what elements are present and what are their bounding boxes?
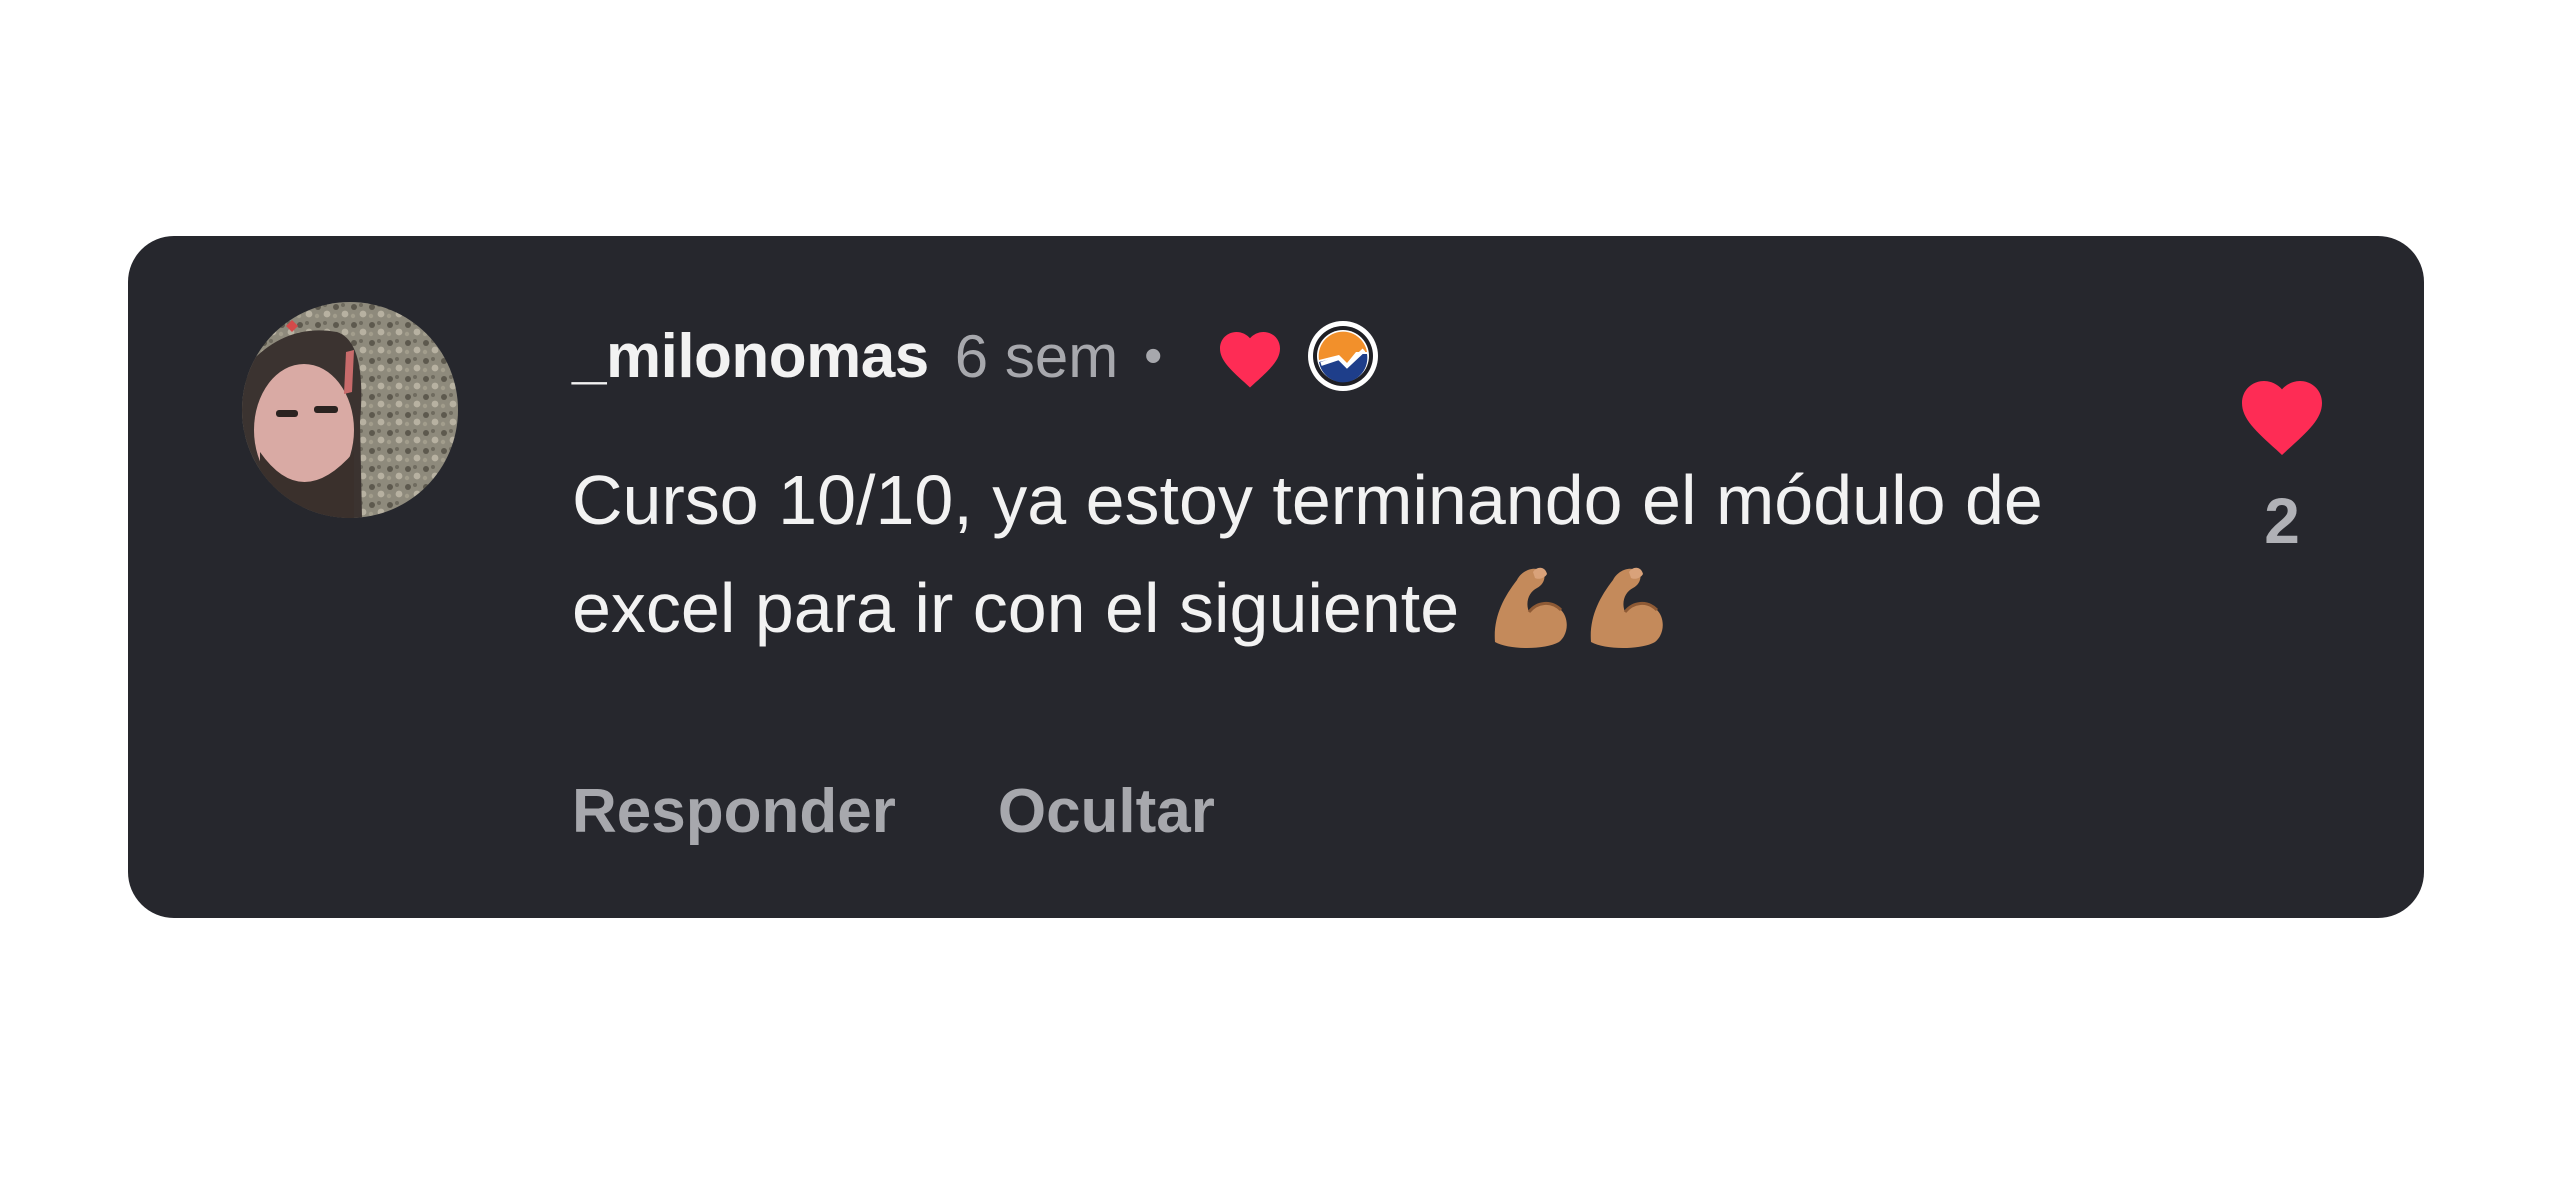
flexed-biceps-icon (1489, 558, 1575, 650)
flexed-biceps-icon (1585, 558, 1671, 650)
reply-button[interactable]: Responder (572, 776, 896, 847)
like-control: 2 (2202, 370, 2362, 558)
user-avatar[interactable] (242, 302, 458, 518)
username[interactable]: _milonomas (572, 321, 929, 392)
comment-text: Curso 10/10, ya estoy terminando el módu… (572, 461, 2043, 647)
separator-dot: • (1144, 327, 1163, 385)
creator-liked-heart-icon (1214, 324, 1286, 388)
like-count: 2 (2264, 485, 2300, 557)
comment-emoji (1479, 567, 1671, 648)
comment-card: _milonomas 6 sem • Curso 10/10, ya estoy… (128, 236, 2424, 918)
hide-button[interactable]: Ocultar (998, 776, 1215, 847)
comment-header: _milonomas 6 sem • (572, 316, 1380, 396)
comment-actions: Responder Ocultar (572, 776, 1215, 847)
avatar-image (242, 302, 458, 518)
timestamp: 6 sem (954, 322, 1119, 390)
heart-icon[interactable] (2234, 370, 2330, 456)
comment-body: Curso 10/10, ya estoy terminando el módu… (572, 446, 2072, 662)
creator-avatar-icon (1306, 319, 1380, 393)
